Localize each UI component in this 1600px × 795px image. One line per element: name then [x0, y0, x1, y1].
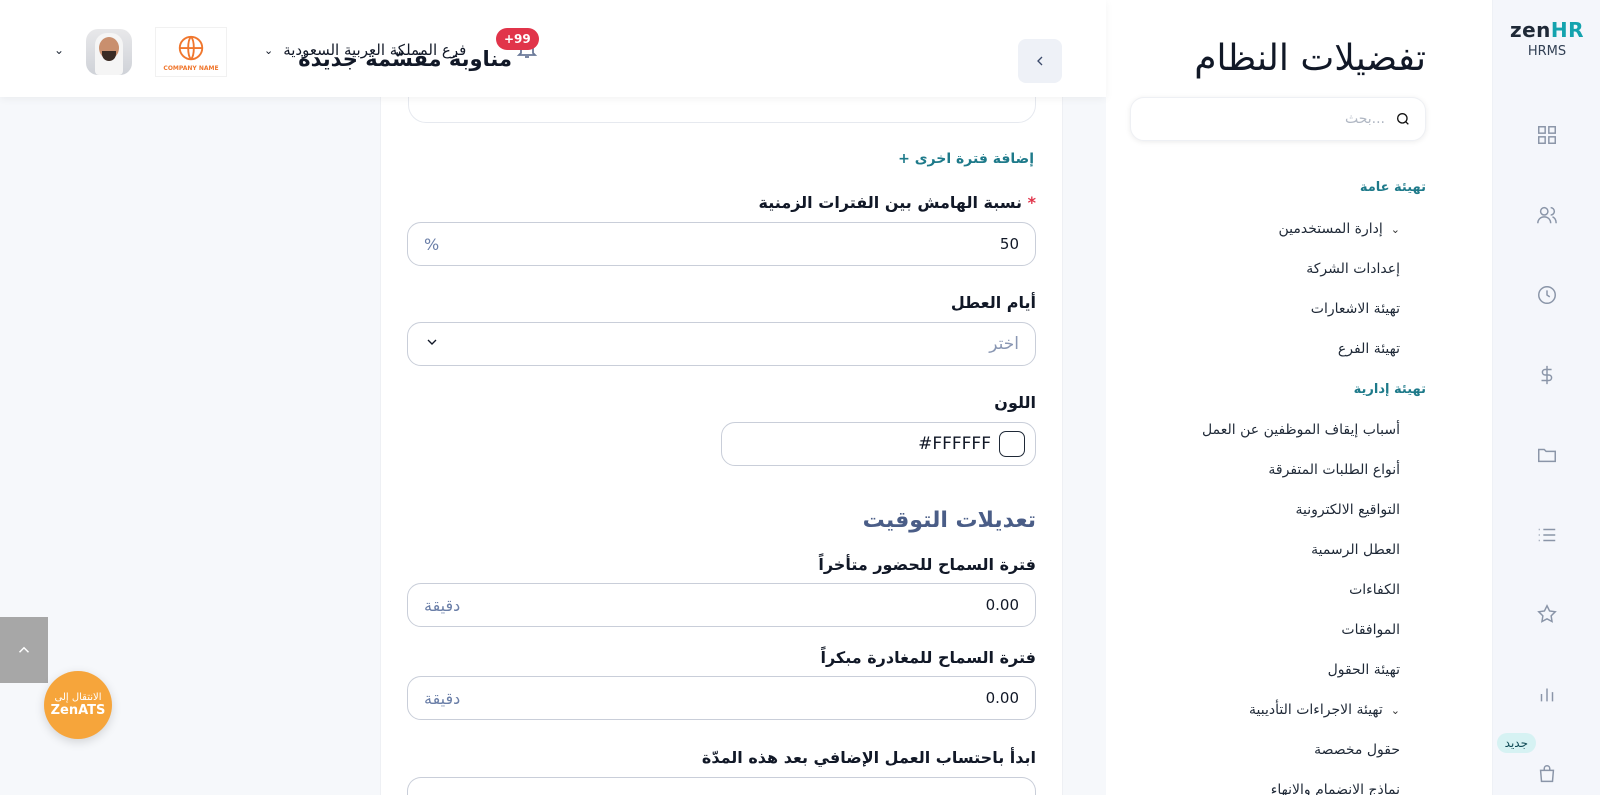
user-menu-chevron-icon[interactable]: ⌄ — [54, 43, 64, 57]
avatar[interactable] — [86, 29, 132, 75]
settings-search[interactable] — [1130, 97, 1426, 141]
margin-label-text: نسبة الهامش بين الفترات الزمنية — [758, 193, 1023, 212]
zenats-line2: ZenATS — [50, 703, 106, 718]
color-swatch[interactable] — [999, 431, 1025, 457]
users-icon[interactable] — [1533, 201, 1561, 229]
menu-item-onboarding-forms[interactable]: نماذج الانضمام والانهاء — [1271, 782, 1400, 795]
dollar-icon[interactable] — [1533, 361, 1561, 389]
list-icon[interactable] — [1533, 521, 1561, 549]
logo-subtitle: HRMS — [1527, 44, 1567, 59]
menu-item-notifications[interactable]: تهيئة الاشعارات — [1311, 301, 1400, 317]
bag-icon[interactable] — [1533, 760, 1561, 788]
menu-item-suspension-reasons[interactable]: أسباب إيقاف الموظفين عن العمل — [1202, 422, 1400, 438]
menu-item-competencies[interactable]: الكفاءات — [1349, 582, 1400, 598]
company-logo: COMPANY NAME — [155, 27, 227, 77]
menu-item-company-settings[interactable]: إعدادات الشركة — [1306, 261, 1400, 277]
previous-period-box — [408, 97, 1036, 123]
late-allowance-value: 0.00 — [985, 596, 1019, 614]
chevron-up-icon — [18, 646, 30, 653]
menu-item-disciplinary[interactable]: تهيئة الاجراءات التأديبية ⌄ — [1249, 702, 1400, 718]
notifications-badge: +99 — [496, 28, 539, 50]
early-leave-label: فترة السماح للمغادرة مبكراً — [820, 648, 1036, 667]
add-period-button[interactable]: + إضافة فترة اخرى — [898, 151, 1034, 167]
settings-panel: تفضيلات النظام تهيئة عامة إدارة المستخدم… — [1106, 0, 1492, 795]
early-leave-value: 0.00 — [985, 689, 1019, 707]
menu-item-branch[interactable]: تهيئة الفرع — [1338, 341, 1400, 357]
search-input[interactable] — [1145, 111, 1385, 127]
dashboard-icon[interactable] — [1533, 121, 1561, 149]
menu-item-approvals[interactable]: الموافقات — [1341, 622, 1400, 638]
new-badge: جديد — [1496, 733, 1536, 753]
color-value: #FFFFFF — [918, 434, 991, 454]
holidays-select[interactable]: اختر — [407, 322, 1036, 366]
scroll-to-top-button[interactable] — [0, 617, 48, 683]
zenhr-logo[interactable]: zenHR HRMS — [1493, 18, 1600, 59]
holidays-placeholder: اختر — [989, 334, 1019, 354]
timing-section-title: تعديلات التوقيت — [862, 508, 1036, 533]
logo-hr-text: HR — [1550, 18, 1585, 42]
top-header: مناوبة مقسّمة جديدة +99 ⌄ فرع المملكة الع… — [0, 0, 1106, 97]
branch-label: فرع المملكة العربية السعودية — [283, 41, 467, 59]
margin-label: نسبة الهامش بين الفترات الزمنية * — [759, 193, 1036, 212]
chart-icon[interactable] — [1533, 680, 1561, 708]
margin-value: 50 — [999, 235, 1019, 253]
company-logo-text: COMPANY NAME — [163, 64, 219, 72]
settings-title: تفضيلات النظام — [1194, 38, 1426, 79]
percent-unit: % — [424, 234, 440, 254]
menu-item-user-management[interactable]: إدارة المستخدمين ⌄ — [1278, 221, 1400, 237]
chevron-down-icon: ⌄ — [1390, 222, 1400, 236]
color-label: اللون — [994, 393, 1036, 412]
holidays-label: أيام العطل — [950, 293, 1036, 312]
section-admin-title: تهيئة إدارية — [1353, 382, 1426, 397]
side-rail: zenHR HRMS جديد — [1492, 0, 1600, 795]
menu-item-label: تهيئة الاجراءات التأديبية — [1249, 702, 1383, 718]
early-leave-input[interactable]: دقيقة 0.00 — [407, 676, 1036, 720]
chevron-down-icon: ⌄ — [1390, 703, 1400, 717]
menu-item-holidays[interactable]: العطل الرسمية — [1311, 542, 1400, 558]
minutes-unit: دقيقة — [424, 595, 461, 615]
menu-item-e-signatures[interactable]: التواقيع الالكترونية — [1295, 502, 1400, 518]
chevron-down-icon — [424, 334, 440, 354]
overtime-input[interactable] — [407, 777, 1036, 795]
late-allowance-label: فترة السماح للحضور متأخراً — [818, 555, 1036, 574]
overtime-label: ابدأ باحتساب العمل الإضافي بعد هذه المدّ… — [701, 748, 1036, 767]
branch-selector[interactable]: ⌄ فرع المملكة العربية السعودية — [264, 41, 466, 59]
color-picker-input[interactable]: #FFFFFF — [721, 422, 1036, 466]
menu-item-fields[interactable]: تهيئة الحقول — [1328, 662, 1400, 678]
required-mark: * — [1027, 193, 1036, 212]
search-icon — [1397, 113, 1409, 125]
section-general-title: تهيئة عامة — [1359, 180, 1426, 195]
chevron-down-icon: ⌄ — [264, 43, 274, 57]
margin-input[interactable]: % 50 — [407, 222, 1036, 266]
zenats-button[interactable]: الانتقال إلى ZenATS — [44, 671, 112, 739]
late-allowance-input[interactable]: دقيقة 0.00 — [407, 583, 1036, 627]
chevron-left-icon — [1037, 56, 1043, 66]
zenats-line1: الانتقال إلى — [54, 692, 102, 703]
menu-item-custom-fields[interactable]: حقول مخصصة — [1314, 742, 1400, 758]
back-button[interactable] — [1018, 39, 1062, 83]
globe-icon — [178, 35, 204, 60]
menu-item-request-types[interactable]: أنواع الطلبات المتفرقة — [1268, 462, 1400, 478]
clock-icon[interactable] — [1533, 281, 1561, 309]
minutes-unit: دقيقة — [424, 688, 461, 708]
menu-item-label: إدارة المستخدمين — [1278, 221, 1383, 237]
folder-icon[interactable] — [1533, 441, 1561, 469]
star-icon[interactable] — [1533, 600, 1561, 628]
logo-zen-text: zen — [1509, 18, 1551, 42]
